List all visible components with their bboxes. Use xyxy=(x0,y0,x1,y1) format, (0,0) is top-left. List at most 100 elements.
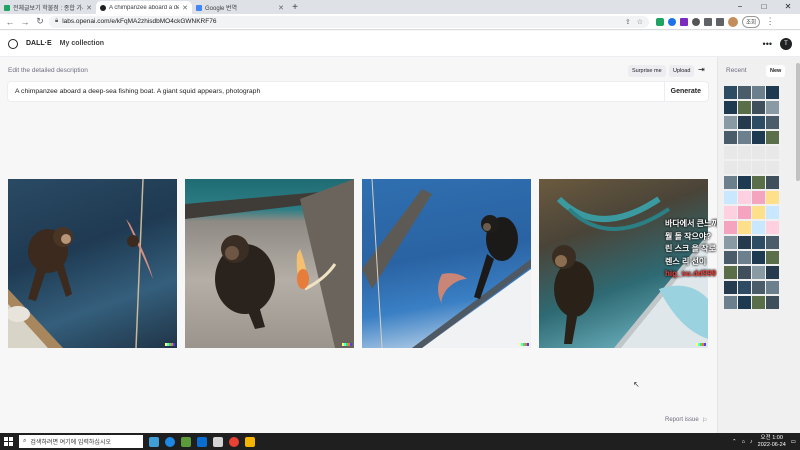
collapse-sidebar-icon[interactable]: ⇥ xyxy=(698,65,705,74)
file-explorer-icon[interactable] xyxy=(245,436,255,447)
history-thumbnail[interactable] xyxy=(752,191,765,204)
sidebar-icon[interactable] xyxy=(716,17,724,26)
history-thumbnail[interactable] xyxy=(766,131,779,144)
network-icon[interactable]: ⌂ xyxy=(742,439,745,445)
history-thumbnail[interactable] xyxy=(752,221,765,234)
more-options-icon[interactable]: ••• xyxy=(763,39,772,49)
result-image-1[interactable] xyxy=(8,179,177,348)
history-thumbnail[interactable] xyxy=(766,206,779,219)
update-button[interactable]: 조회 xyxy=(742,15,761,28)
extension-icon[interactable] xyxy=(680,17,688,26)
history-thumbnail[interactable] xyxy=(724,191,737,204)
edge-icon[interactable] xyxy=(165,436,175,447)
history-thumbnail[interactable] xyxy=(724,206,737,219)
history-thumbnail[interactable] xyxy=(738,191,751,204)
openai-logo-icon[interactable] xyxy=(8,38,18,49)
history-thumbnail[interactable] xyxy=(752,251,765,264)
history-thumbnail[interactable] xyxy=(752,281,765,294)
bookmark-star-icon[interactable]: ☆ xyxy=(637,18,643,26)
puzzle-icon[interactable] xyxy=(704,17,712,26)
history-thumbnail[interactable] xyxy=(752,206,765,219)
avatar[interactable] xyxy=(728,16,738,27)
history-thumbnail[interactable] xyxy=(724,131,737,144)
history-thumbnail[interactable] xyxy=(766,221,779,234)
clock[interactable]: 오전 1:00 2022-06-24 xyxy=(758,435,786,448)
brand-name[interactable]: DALL·E xyxy=(26,40,52,47)
history-thumbnail[interactable] xyxy=(752,266,765,279)
history-thumbnail[interactable] xyxy=(724,251,737,264)
history-thumbnail[interactable] xyxy=(738,131,751,144)
prompt-input[interactable]: A chimpanzee aboard a deep-sea fishing b… xyxy=(8,82,708,101)
notification-icon[interactable]: ▭ xyxy=(791,439,796,445)
history-thumbnail[interactable] xyxy=(738,236,751,249)
chrome-icon[interactable] xyxy=(229,436,239,447)
history-thumbnail[interactable] xyxy=(724,161,737,174)
history-thumbnail[interactable] xyxy=(738,221,751,234)
minecraft-icon[interactable] xyxy=(181,436,191,447)
history-thumbnail[interactable] xyxy=(724,146,737,159)
history-thumbnail[interactable] xyxy=(738,266,751,279)
flag-icon[interactable]: ⚐ xyxy=(702,417,707,424)
reload-icon[interactable]: ↻ xyxy=(34,16,46,27)
app-icon[interactable] xyxy=(213,436,223,447)
close-tab-icon[interactable]: ✕ xyxy=(86,4,92,12)
history-thumbnail[interactable] xyxy=(738,296,751,309)
task-view-icon[interactable] xyxy=(149,436,159,447)
upload-button[interactable]: Upload xyxy=(669,65,695,77)
history-thumbnail[interactable] xyxy=(752,86,765,99)
history-thumbnail[interactable] xyxy=(738,146,751,159)
chevron-up-icon[interactable]: ⌃ xyxy=(732,439,737,445)
history-thumbnail[interactable] xyxy=(752,296,765,309)
history-thumbnail[interactable] xyxy=(766,266,779,279)
history-thumbnail[interactable] xyxy=(766,281,779,294)
generate-button[interactable]: Generate xyxy=(671,88,701,95)
user-avatar[interactable]: T xyxy=(780,37,792,50)
result-image-3[interactable] xyxy=(362,179,531,348)
my-collection-link[interactable]: My collection xyxy=(60,40,104,47)
close-window-button[interactable]: ✕ xyxy=(776,0,800,14)
history-thumbnail[interactable] xyxy=(766,176,779,189)
extension-icon[interactable] xyxy=(656,17,664,26)
forward-icon[interactable]: → xyxy=(19,17,31,27)
history-thumbnail[interactable] xyxy=(752,146,765,159)
history-thumbnail[interactable] xyxy=(752,116,765,129)
vscode-icon[interactable] xyxy=(197,436,207,447)
browser-tab-3[interactable]: Google 번역 ✕ xyxy=(192,1,288,14)
history-thumbnail[interactable] xyxy=(766,251,779,264)
history-thumbnail[interactable] xyxy=(766,146,779,159)
scrollbar[interactable] xyxy=(796,63,800,181)
share-icon[interactable]: ⇪ xyxy=(625,18,631,26)
windows-start-icon[interactable] xyxy=(4,437,13,446)
history-thumbnail[interactable] xyxy=(738,86,751,99)
history-thumbnail[interactable] xyxy=(752,131,765,144)
volume-icon[interactable]: ♪ xyxy=(750,439,753,445)
history-thumbnail[interactable] xyxy=(766,296,779,309)
result-image-2[interactable] xyxy=(185,179,354,348)
new-tab-button[interactable]: + xyxy=(288,1,302,14)
history-thumbnail[interactable] xyxy=(752,161,765,174)
history-thumbnail[interactable] xyxy=(724,176,737,189)
history-thumbnail[interactable] xyxy=(766,161,779,174)
history-thumbnail[interactable] xyxy=(766,236,779,249)
history-thumbnail[interactable] xyxy=(738,176,751,189)
history-thumbnail[interactable] xyxy=(724,296,737,309)
history-thumbnail[interactable] xyxy=(766,101,779,114)
history-thumbnail[interactable] xyxy=(738,206,751,219)
history-thumbnail[interactable] xyxy=(724,221,737,234)
maximize-button[interactable]: □ xyxy=(752,0,776,14)
minimize-button[interactable]: − xyxy=(728,0,752,14)
history-thumbnail[interactable] xyxy=(724,116,737,129)
history-thumbnail[interactable] xyxy=(738,101,751,114)
url-input[interactable]: 🔒︎ labs.openai.com/e/kFqMA2zhisdbMO4ckGW… xyxy=(49,15,649,28)
history-thumbnail[interactable] xyxy=(752,176,765,189)
back-icon[interactable]: ← xyxy=(4,17,16,27)
history-thumbnail[interactable] xyxy=(766,116,779,129)
history-thumbnail[interactable] xyxy=(738,116,751,129)
history-thumbnail[interactable] xyxy=(724,236,737,249)
menu-icon[interactable]: ⋮ xyxy=(764,16,776,27)
surprise-me-button[interactable]: Surprise me xyxy=(628,65,666,77)
history-thumbnail[interactable] xyxy=(724,101,737,114)
extension-icon[interactable] xyxy=(692,17,700,26)
history-thumbnail[interactable] xyxy=(738,281,751,294)
extension-icon[interactable] xyxy=(668,17,676,26)
